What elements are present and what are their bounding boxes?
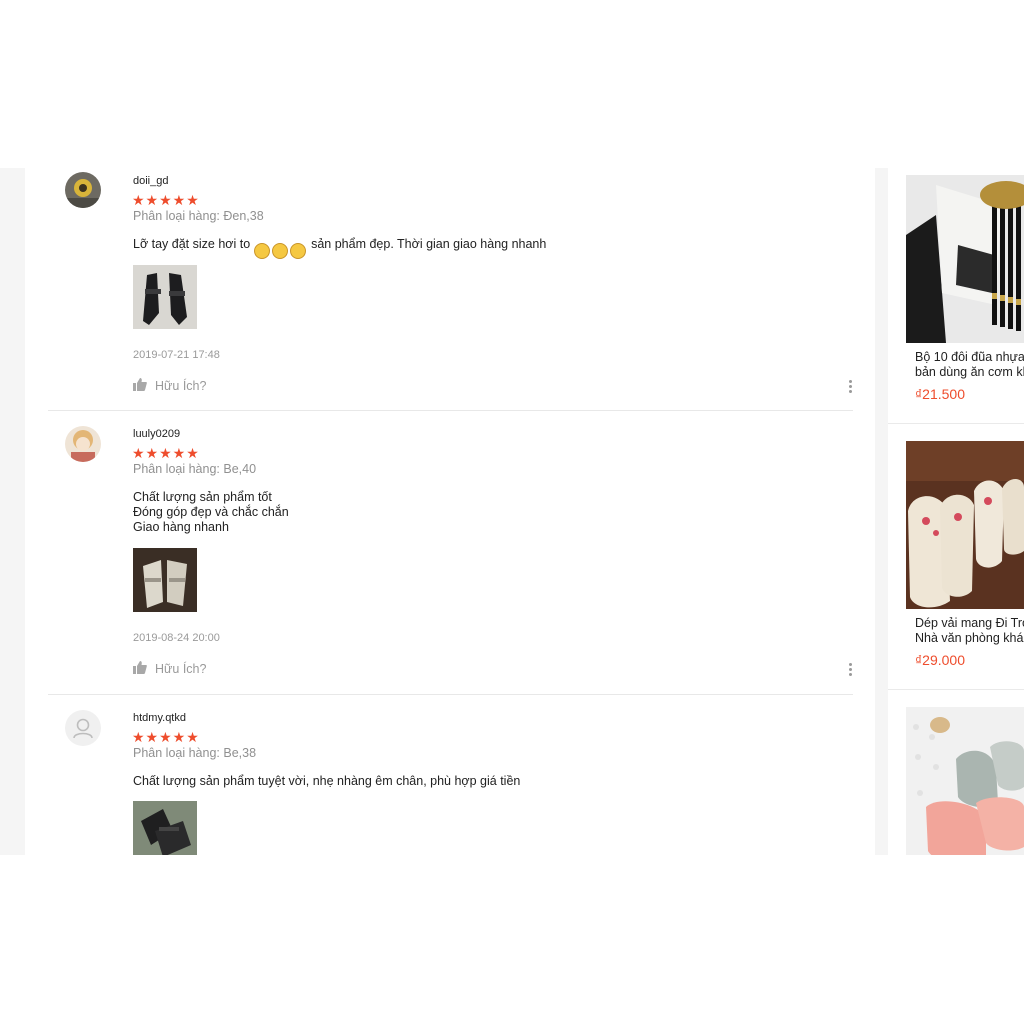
review-content: Lỡ tay đặt size hơi to 😂😂😂 sản phẩm đẹp.… bbox=[133, 237, 546, 259]
username[interactable]: luuly0209 bbox=[133, 428, 180, 440]
review-content: Chất lượng sản phẩm tốt Đóng góp đẹp và … bbox=[133, 490, 289, 534]
username[interactable]: doii_gd bbox=[133, 175, 168, 187]
variant-label: Phân loại hàng: Be,38 bbox=[133, 746, 257, 760]
review-content: Chất lượng sản phẩm tuyệt vời, nhẹ nhàng… bbox=[133, 774, 521, 788]
reviews-panel: doii_gd ★★★★★ Phân loại hàng: Đen,38 Lỡ … bbox=[25, 168, 875, 855]
product-title[interactable]: Bộ 10 đôi đũa nhựa bản dùng ăn cơm kh bbox=[915, 350, 1024, 380]
username[interactable]: htdmy.qtkd bbox=[133, 712, 186, 724]
helpful-label: Hữu Ích? bbox=[155, 379, 207, 393]
rating-stars: ★★★★★ bbox=[132, 192, 200, 208]
thumbs-up-icon bbox=[133, 378, 147, 394]
rating-stars: ★★★★★ bbox=[132, 729, 200, 745]
card-divider bbox=[888, 689, 1024, 690]
laughing-emoji-icon: 😂 bbox=[289, 243, 306, 259]
product-card[interactable]: Dép vải mang Đi Tro Nhà văn phòng khá ₫2… bbox=[888, 434, 1024, 690]
review-item: htdmy.qtkd ★★★★★ Phân loại hàng: Be,38 C… bbox=[48, 695, 853, 855]
page-band: doii_gd ★★★★★ Phân loại hàng: Đen,38 Lỡ … bbox=[0, 168, 1024, 855]
rating-stars: ★★★★★ bbox=[132, 445, 200, 461]
review-item: doii_gd ★★★★★ Phân loại hàng: Đen,38 Lỡ … bbox=[48, 168, 853, 411]
more-options-icon[interactable] bbox=[849, 380, 853, 395]
variant-label: Phân loại hàng: Be,40 bbox=[133, 462, 257, 476]
thumbs-up-icon bbox=[133, 661, 147, 677]
similar-products-sidebar: Bộ 10 đôi đũa nhựa bản dùng ăn cơm kh ₫2… bbox=[888, 168, 1024, 855]
product-title-line: Nhà văn phòng khá bbox=[915, 631, 1024, 645]
review-photo[interactable] bbox=[133, 265, 197, 329]
laughing-emoji-icon: 😂 bbox=[253, 243, 270, 259]
review-item: luuly0209 ★★★★★ Phân loại hàng: Be,40 Ch… bbox=[48, 411, 853, 695]
product-image[interactable] bbox=[906, 175, 1024, 343]
product-price: ₫29.000 bbox=[915, 652, 966, 668]
review-text-start: Lỡ tay đặt size hơi to bbox=[133, 237, 254, 251]
laughing-emoji-icon: 😂 bbox=[271, 243, 288, 259]
review-photo[interactable] bbox=[133, 548, 197, 612]
variant-label: Phân loại hàng: Đen,38 bbox=[133, 209, 264, 223]
card-divider bbox=[888, 423, 1024, 424]
product-image[interactable] bbox=[906, 707, 1024, 855]
avatar[interactable] bbox=[65, 426, 101, 462]
product-title-line: Bộ 10 đôi đũa nhựa bbox=[915, 350, 1024, 364]
review-text-end: sản phẩm đẹp. Thời gian giao hàng nhanh bbox=[307, 237, 547, 251]
review-timestamp: 2019-07-21 17:48 bbox=[133, 349, 220, 361]
helpful-label: Hữu Ích? bbox=[155, 662, 207, 676]
review-timestamp: 2019-08-24 20:00 bbox=[133, 632, 220, 644]
product-title[interactable]: Dép vải mang Đi Tro Nhà văn phòng khá bbox=[915, 616, 1024, 646]
product-image[interactable] bbox=[906, 441, 1024, 609]
more-options-icon[interactable] bbox=[849, 663, 853, 678]
product-card[interactable]: Bộ 10 đôi đũa nhựa bản dùng ăn cơm kh ₫2… bbox=[888, 168, 1024, 424]
product-title-line: Dép vải mang Đi Tro bbox=[915, 616, 1024, 630]
helpful-button[interactable]: Hữu Ích? bbox=[133, 378, 206, 394]
helpful-button[interactable]: Hữu Ích? bbox=[133, 661, 206, 677]
product-price: ₫21.500 bbox=[915, 386, 966, 402]
product-card[interactable] bbox=[888, 700, 1024, 855]
default-avatar-icon[interactable] bbox=[65, 710, 101, 746]
avatar[interactable] bbox=[65, 172, 101, 208]
review-photo[interactable] bbox=[133, 801, 197, 855]
product-title-line: bản dùng ăn cơm kh bbox=[915, 365, 1024, 379]
